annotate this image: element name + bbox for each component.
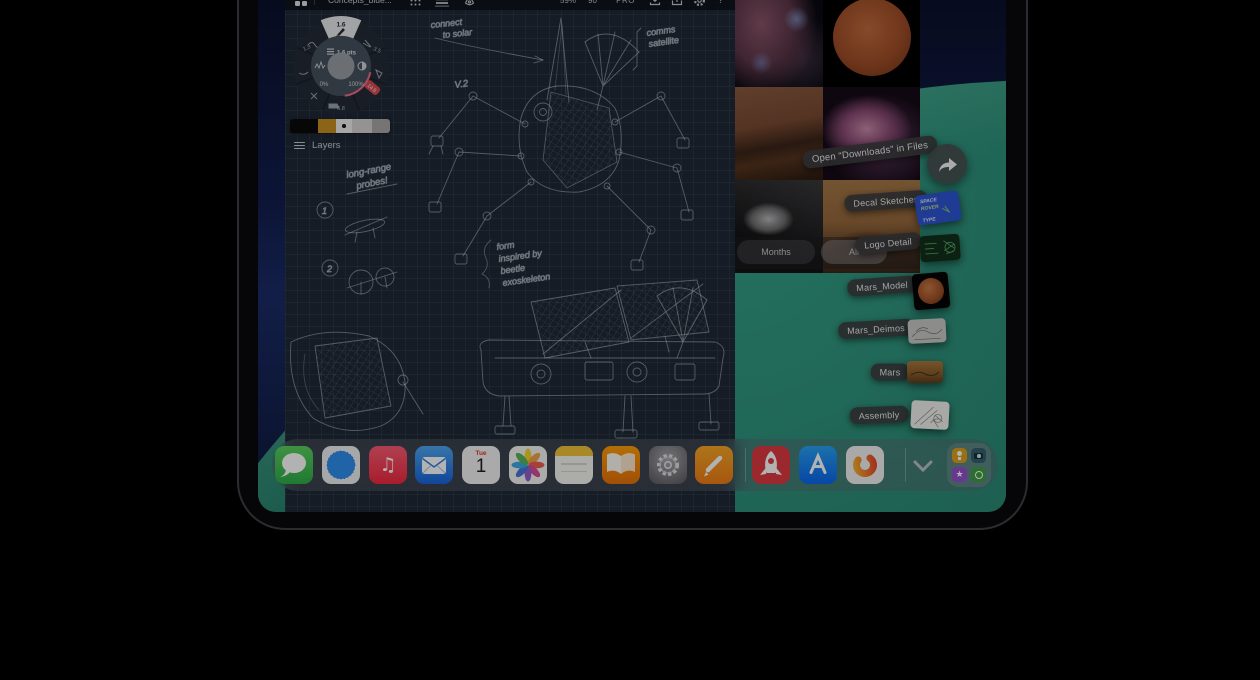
swatch-gold[interactable] bbox=[318, 119, 336, 133]
dock-icon-notes[interactable] bbox=[555, 446, 593, 484]
dock-icon-messages[interactable] bbox=[275, 446, 313, 484]
annotation-beetle-3: beetle bbox=[500, 263, 526, 276]
segment-months[interactable]: Months bbox=[737, 240, 815, 264]
ipad-device: connect to solar comms satellite V.2 lon… bbox=[237, 0, 1028, 530]
color-palette-strip[interactable] bbox=[290, 119, 390, 133]
settings-gear-icon[interactable] bbox=[693, 0, 706, 7]
layers-button[interactable]: Layers bbox=[294, 140, 341, 151]
calendar-day: 1 bbox=[462, 457, 500, 477]
sketch-probes bbox=[317, 184, 397, 294]
sketch-pod bbox=[290, 332, 423, 430]
dock-icon-books[interactable] bbox=[602, 446, 640, 484]
mars-sphere bbox=[833, 0, 911, 76]
app-library-mini-tips bbox=[952, 448, 967, 463]
drag-item-label[interactable]: Assembly bbox=[849, 405, 908, 424]
app-library-mini-dial bbox=[971, 467, 986, 482]
pen-nib-icon[interactable] bbox=[463, 0, 476, 7]
mail-envelope-icon bbox=[415, 446, 453, 484]
mars-model-sphere bbox=[917, 277, 945, 305]
ipad-screen: connect to solar comms satellite V.2 lon… bbox=[258, 0, 1006, 512]
swatch-lightgray[interactable] bbox=[352, 119, 372, 133]
forward-arrow-icon bbox=[936, 156, 958, 173]
app-grid-icon[interactable] bbox=[295, 0, 307, 6]
tool-wheel[interactable]: 1.6 14.5 1 bbox=[290, 14, 392, 116]
rotation-value[interactable]: 90° bbox=[588, 0, 600, 5]
drag-thumb-logo[interactable] bbox=[919, 234, 961, 263]
concepts-app-window[interactable]: connect to solar comms satellite V.2 lon… bbox=[285, 0, 735, 512]
drag-thumb-mars-deimos[interactable] bbox=[907, 318, 946, 344]
wheel-opacity-max: 100% bbox=[348, 82, 364, 88]
drag-thumb-mars-model[interactable] bbox=[911, 271, 950, 310]
rocket-icon bbox=[752, 446, 790, 484]
import-icon[interactable] bbox=[649, 0, 661, 6]
app-library-mini-camera bbox=[971, 448, 986, 463]
annotation-num2: 2 bbox=[326, 264, 332, 274]
dock-icon-rocket[interactable] bbox=[752, 446, 790, 484]
dock-icon-music[interactable]: ♫ bbox=[369, 446, 407, 484]
dock-icon-app-library[interactable]: ★ bbox=[947, 443, 991, 487]
sketch-main-robot bbox=[429, 18, 693, 270]
settings-gear-glyph bbox=[649, 446, 687, 484]
annotation-version: V.2 bbox=[454, 78, 470, 91]
layers-icon bbox=[294, 142, 305, 150]
dock: ♫ Tue 1 bbox=[272, 439, 998, 491]
menu-lines-icon[interactable] bbox=[435, 0, 449, 7]
dock-divider bbox=[745, 448, 746, 482]
segment-months-label: Months bbox=[761, 247, 791, 257]
dock-icon-safari[interactable] bbox=[322, 446, 360, 484]
dock-icon-linea[interactable] bbox=[695, 446, 733, 484]
dock-icon-mail[interactable] bbox=[415, 446, 453, 484]
safari-compass-icon bbox=[322, 446, 360, 484]
wheel-opacity-min: 0% bbox=[320, 82, 329, 88]
annotation-connect-2: to solar bbox=[442, 27, 473, 40]
photo-nebula-horsehead[interactable] bbox=[735, 0, 823, 87]
annotation-num1: 1 bbox=[322, 206, 327, 216]
dock-icon-photos[interactable] bbox=[509, 446, 547, 484]
appstore-a-icon bbox=[799, 446, 837, 484]
dots-grid-icon[interactable] bbox=[410, 0, 421, 6]
wheel-active-size: 1.6 bbox=[336, 22, 345, 29]
photo-mars-globe[interactable] bbox=[823, 0, 920, 87]
linea-pen-icon bbox=[695, 446, 733, 484]
dock-icon-settings[interactable] bbox=[649, 446, 687, 484]
dock-divider bbox=[905, 448, 906, 482]
toolbar-divider bbox=[314, 0, 315, 5]
photo-orion-nebula[interactable] bbox=[823, 87, 920, 180]
dock-icon-concepts[interactable] bbox=[846, 446, 884, 484]
photos-app-window: Months All bbox=[735, 0, 920, 273]
svg-text:TYPE: TYPE bbox=[922, 216, 936, 224]
swatch-black[interactable] bbox=[290, 119, 318, 133]
wheel-bottom-size: 6.8 bbox=[337, 106, 345, 112]
messages-bubble-icon bbox=[275, 446, 313, 484]
swatch-white-selected[interactable] bbox=[336, 119, 352, 133]
chevron-down-icon bbox=[911, 458, 935, 474]
wheel-center-knob[interactable] bbox=[328, 53, 355, 80]
drag-thumb-decal[interactable]: SPACEROVERTYPE bbox=[914, 190, 962, 226]
concepts-toolbar: Concepts_blue... 59% 90° PRO bbox=[285, 0, 735, 10]
help-button[interactable]: ? bbox=[718, 0, 723, 5]
notes-header bbox=[555, 446, 593, 456]
sketch-rover bbox=[480, 280, 724, 438]
photos-flower-icon bbox=[509, 446, 547, 484]
annotation-beetle-1: form bbox=[496, 240, 516, 252]
music-note-icon: ♫ bbox=[379, 454, 396, 476]
books-open-book-icon bbox=[602, 446, 640, 484]
share-forward-button[interactable] bbox=[927, 144, 967, 184]
drag-thumb-mars[interactable] bbox=[907, 361, 943, 383]
swatch-gray[interactable] bbox=[372, 119, 390, 133]
concepts-c-icon bbox=[846, 446, 884, 484]
dock-icon-calendar[interactable]: Tue 1 bbox=[462, 446, 500, 484]
dock-icon-appstore[interactable] bbox=[799, 446, 837, 484]
drag-item-label[interactable]: Mars bbox=[871, 364, 910, 381]
layers-label: Layers bbox=[312, 140, 341, 151]
app-library-mini-star: ★ bbox=[952, 467, 967, 482]
document-title[interactable]: Concepts_blue... bbox=[328, 0, 392, 5]
dock-hide-chevron[interactable] bbox=[911, 458, 935, 474]
selected-swatch-dot bbox=[342, 124, 346, 128]
svg-text:ROVER: ROVER bbox=[921, 204, 940, 212]
pro-badge[interactable]: PRO bbox=[616, 0, 635, 5]
export-icon[interactable] bbox=[671, 0, 683, 6]
zoom-level[interactable]: 59% bbox=[560, 0, 576, 5]
drag-thumb-assembly[interactable] bbox=[910, 400, 949, 430]
